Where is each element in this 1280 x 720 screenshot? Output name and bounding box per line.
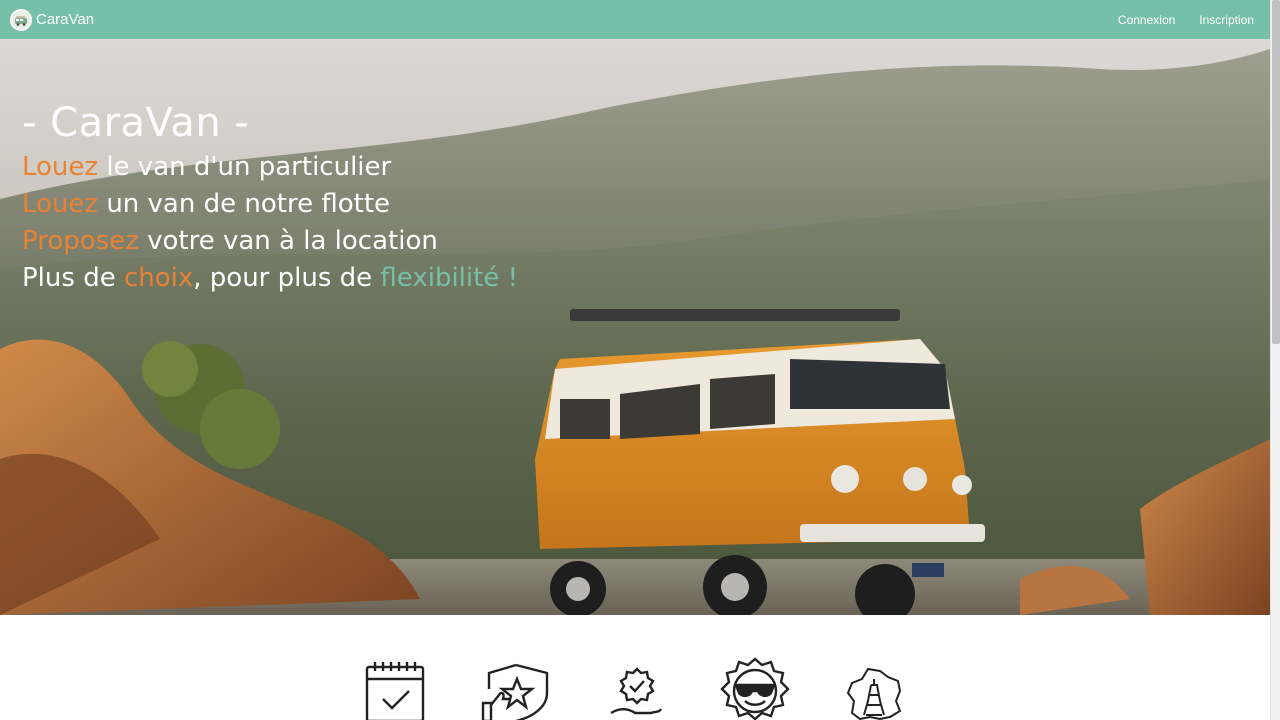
brand-link[interactable]: CaraVan xyxy=(10,8,95,31)
page: CaraVan Connexion Inscription - CaraVan … xyxy=(0,0,1280,720)
hero-line-tagline: Plus de choix, pour plus de flexibilité … xyxy=(22,260,518,297)
navbar: CaraVan Connexion Inscription xyxy=(0,0,1270,39)
hero-line2-highlight: Louez xyxy=(22,189,99,219)
van-logo-icon xyxy=(10,8,32,31)
signup-link[interactable]: Inscription xyxy=(1199,13,1254,27)
sun-sunglasses-icon xyxy=(718,657,792,720)
hero-line4-part1: Plus de xyxy=(22,263,124,293)
nav-links: Connexion Inscription xyxy=(1118,13,1260,27)
hero-line4-part2: , pour plus de xyxy=(193,263,381,293)
hero-line1-highlight: Louez xyxy=(22,152,99,182)
hero-line-rent-private: Louez le van d'un particulier xyxy=(22,149,518,186)
hero-title: - CaraVan - xyxy=(22,100,250,146)
scrollbar-thumb[interactable] xyxy=(1272,0,1280,344)
hero-line-offer-van: Proposez votre van à la location xyxy=(22,223,518,260)
features-section xyxy=(0,615,1270,720)
login-link[interactable]: Connexion xyxy=(1118,13,1175,27)
page-scrollbar[interactable] xyxy=(1270,0,1280,720)
badge-hand-icon xyxy=(607,667,663,720)
hero-line2-rest: un van de notre flotte xyxy=(98,189,391,219)
calendar-check-icon xyxy=(365,657,427,720)
hero-line4-highlight2: flexibilité ! xyxy=(380,263,519,293)
hero-line1-rest: le van d'un particulier xyxy=(98,152,392,182)
brand-name: CaraVan xyxy=(36,11,95,28)
hero-line4-highlight1: choix xyxy=(123,263,194,293)
hero-line3-rest: votre van à la location xyxy=(138,226,438,256)
hero-line3-highlight: Proposez xyxy=(22,226,139,256)
france-eiffel-icon xyxy=(844,667,904,720)
hero-text: - CaraVan - Louez le van d'un particulie… xyxy=(22,97,518,297)
hero-line-rent-fleet: Louez un van de notre flotte xyxy=(22,186,518,223)
shield-star-thumb-icon xyxy=(481,663,551,720)
hero-banner: - CaraVan - Louez le van d'un particulie… xyxy=(0,39,1270,615)
